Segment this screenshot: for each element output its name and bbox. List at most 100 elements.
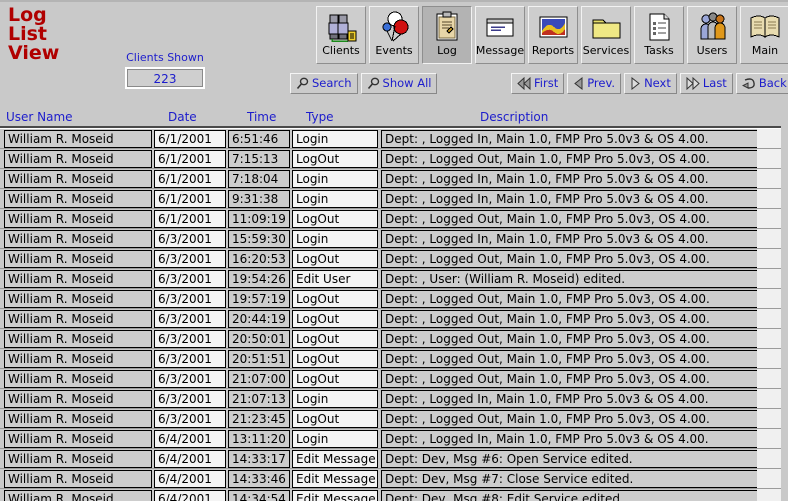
toolbar-button-reports[interactable]: Reports — [528, 6, 578, 64]
toolbar-button-services[interactable]: Services — [581, 6, 631, 64]
cell-desc[interactable]: Dept: , Logged Out, Main 1.0, FMP Pro 5.… — [381, 290, 759, 308]
cell-type[interactable]: Login — [292, 230, 378, 248]
column-header-type[interactable]: Type — [306, 110, 334, 124]
table-row[interactable]: William R. Moseid 6/3/2001 21:23:45 LogOut D… — [0, 409, 788, 429]
cell-type[interactable]: LogOut — [292, 250, 378, 268]
cell-type[interactable]: Login — [292, 390, 378, 408]
nav-button-first[interactable]: First — [511, 73, 565, 94]
cell-user[interactable]: William R. Moseid — [4, 210, 152, 228]
cell-desc[interactable]: Dept: Dev, Msg #6: Open Service edited. — [381, 450, 759, 468]
cell-date[interactable]: 6/3/2001 — [154, 410, 226, 428]
toolbar-button-users[interactable]: Users — [687, 6, 737, 64]
cell-time[interactable]: 14:33:46 — [228, 470, 290, 488]
cell-desc[interactable]: Dept: , Logged Out, Main 1.0, FMP Pro 5.… — [381, 210, 759, 228]
toolbar-button-clients[interactable]: Clients — [316, 6, 366, 64]
table-row[interactable]: William R. Moseid 6/4/2001 14:34:54 Edit Me… — [0, 489, 788, 501]
cell-time[interactable]: 20:51:51 — [228, 350, 290, 368]
cell-user[interactable]: William R. Moseid — [4, 150, 152, 168]
nav-button-next[interactable]: Next — [624, 73, 677, 94]
cell-desc[interactable]: Dept: , Logged Out, Main 1.0, FMP Pro 5.… — [381, 150, 759, 168]
cell-type[interactable]: Edit Message — [292, 490, 378, 501]
find-button-search[interactable]: Search — [290, 73, 358, 94]
cell-desc[interactable]: Dept: , Logged In, Main 1.0, FMP Pro 5.0… — [381, 170, 759, 188]
cell-time[interactable]: 20:50:01 — [228, 330, 290, 348]
toolbar-button-message[interactable]: Message — [475, 6, 525, 64]
toolbar-button-log[interactable]: Log — [422, 6, 472, 64]
table-row[interactable]: William R. Moseid 6/4/2001 13:11:20 Login De… — [0, 429, 788, 449]
column-header-user[interactable]: User Name — [6, 110, 73, 124]
table-row[interactable]: William R. Moseid 6/1/2001 7:15:13 LogOut De… — [0, 149, 788, 169]
cell-user[interactable]: William R. Moseid — [4, 330, 152, 348]
table-row[interactable]: William R. Moseid 6/3/2001 15:59:30 Login De… — [0, 229, 788, 249]
cell-user[interactable]: William R. Moseid — [4, 270, 152, 288]
cell-type[interactable]: LogOut — [292, 350, 378, 368]
table-row[interactable]: William R. Moseid 6/1/2001 9:31:38 Login Dep… — [0, 189, 788, 209]
cell-user[interactable]: William R. Moseid — [4, 130, 152, 148]
table-row[interactable]: William R. Moseid 6/3/2001 16:20:53 LogOut D… — [0, 249, 788, 269]
cell-user[interactable]: William R. Moseid — [4, 490, 152, 501]
table-row[interactable]: William R. Moseid 6/3/2001 20:44:19 LogOut D… — [0, 309, 788, 329]
table-row[interactable]: William R. Moseid 6/1/2001 7:18:04 Login Dep… — [0, 169, 788, 189]
cell-type[interactable]: LogOut — [292, 290, 378, 308]
cell-time[interactable]: 13:11:20 — [228, 430, 290, 448]
cell-type[interactable]: Edit Message — [292, 470, 378, 488]
cell-time[interactable]: 19:57:19 — [228, 290, 290, 308]
nav-button-last[interactable]: Last — [679, 73, 733, 94]
table-row[interactable]: William R. Moseid 6/3/2001 20:50:01 LogOut D… — [0, 329, 788, 349]
cell-type[interactable]: LogOut — [292, 410, 378, 428]
cell-desc[interactable]: Dept: , Logged Out, Main 1.0, FMP Pro 5.… — [381, 310, 759, 328]
cell-desc[interactable]: Dept: , Logged In, Main 1.0, FMP Pro 5.0… — [381, 190, 759, 208]
cell-date[interactable]: 6/4/2001 — [154, 450, 226, 468]
cell-time[interactable]: 15:59:30 — [228, 230, 290, 248]
cell-desc[interactable]: Dept: , Logged In, Main 1.0, FMP Pro 5.0… — [381, 430, 759, 448]
cell-date[interactable]: 6/1/2001 — [154, 210, 226, 228]
cell-user[interactable]: William R. Moseid — [4, 370, 152, 388]
cell-date[interactable]: 6/3/2001 — [154, 310, 226, 328]
cell-date[interactable]: 6/3/2001 — [154, 370, 226, 388]
cell-desc[interactable]: Dept: , Logged Out, Main 1.0, FMP Pro 5.… — [381, 370, 759, 388]
cell-user[interactable]: William R. Moseid — [4, 230, 152, 248]
cell-desc[interactable]: Dept: Dev, Msg #7: Close Service edited. — [381, 470, 759, 488]
table-row[interactable]: William R. Moseid 6/3/2001 19:57:19 LogOut D… — [0, 289, 788, 309]
cell-user[interactable]: William R. Moseid — [4, 250, 152, 268]
table-row[interactable]: William R. Moseid 6/4/2001 14:33:46 Edit Me… — [0, 469, 788, 489]
cell-user[interactable]: William R. Moseid — [4, 290, 152, 308]
cell-date[interactable]: 6/3/2001 — [154, 350, 226, 368]
cell-time[interactable]: 6:51:46 — [228, 130, 290, 148]
cell-time[interactable]: 14:33:17 — [228, 450, 290, 468]
cell-date[interactable]: 6/3/2001 — [154, 270, 226, 288]
cell-desc[interactable]: Dept: , Logged Out, Main 1.0, FMP Pro 5.… — [381, 250, 759, 268]
cell-desc[interactable]: Dept: , User: (William R. Moseid) edited… — [381, 270, 759, 288]
cell-user[interactable]: William R. Moseid — [4, 450, 152, 468]
cell-date[interactable]: 6/4/2001 — [154, 430, 226, 448]
cell-desc[interactable]: Dept: , Logged Out, Main 1.0, FMP Pro 5.… — [381, 330, 759, 348]
cell-date[interactable]: 6/3/2001 — [154, 230, 226, 248]
cell-date[interactable]: 6/4/2001 — [154, 490, 226, 501]
cell-type[interactable]: Login — [292, 190, 378, 208]
cell-user[interactable]: William R. Moseid — [4, 170, 152, 188]
cell-date[interactable]: 6/3/2001 — [154, 330, 226, 348]
table-row[interactable]: William R. Moseid 6/1/2001 11:09:19 LogOut D… — [0, 209, 788, 229]
cell-time[interactable]: 9:31:38 — [228, 190, 290, 208]
cell-desc[interactable]: Dept: , Logged In, Main 1.0, FMP Pro 5.0… — [381, 130, 759, 148]
cell-time[interactable]: 14:34:54 — [228, 490, 290, 501]
cell-date[interactable]: 6/1/2001 — [154, 170, 226, 188]
table-row[interactable]: William R. Moseid 6/3/2001 19:54:26 Edit Us… — [0, 269, 788, 289]
cell-time[interactable]: 21:07:13 — [228, 390, 290, 408]
cell-user[interactable]: William R. Moseid — [4, 470, 152, 488]
cell-desc[interactable]: Dept: , Logged Out, Main 1.0, FMP Pro 5.… — [381, 350, 759, 368]
log-records-list[interactable]: William R. Moseid 6/1/2001 6:51:46 Login Dep… — [0, 129, 788, 501]
cell-user[interactable]: William R. Moseid — [4, 430, 152, 448]
cell-desc[interactable]: Dept: , Logged In, Main 1.0, FMP Pro 5.0… — [381, 230, 759, 248]
cell-desc[interactable]: Dept: , Logged In, Main 1.0, FMP Pro 5.0… — [381, 390, 759, 408]
cell-user[interactable]: William R. Moseid — [4, 350, 152, 368]
column-header-date[interactable]: Date — [168, 110, 197, 124]
cell-desc[interactable]: Dept: Dev, Msg #8: Edit Service edited. — [381, 490, 759, 501]
toolbar-button-tasks[interactable]: Tasks — [634, 6, 684, 64]
cell-type[interactable]: LogOut — [292, 150, 378, 168]
cell-date[interactable]: 6/1/2001 — [154, 150, 226, 168]
column-header-time[interactable]: Time — [247, 110, 276, 124]
cell-type[interactable]: LogOut — [292, 330, 378, 348]
cell-time[interactable]: 21:07:00 — [228, 370, 290, 388]
find-button-show-all[interactable]: Show All — [360, 73, 438, 94]
